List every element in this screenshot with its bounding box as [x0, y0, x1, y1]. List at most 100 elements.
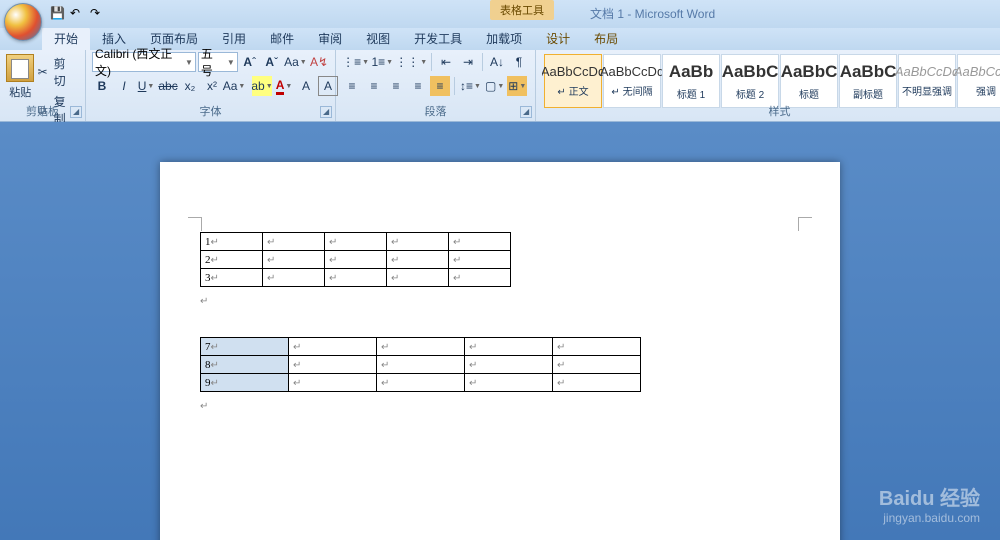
table-cell[interactable]: 7↵ — [201, 338, 289, 356]
align-left-button[interactable]: ≡ — [342, 76, 362, 96]
document-workspace[interactable]: 1↵↵↵↵↵2↵↵↵↵↵3↵↵↵↵↵ ↵ 7↵↵↵↵↵8↵↵↵↵↵9↵↵↵↵↵ … — [0, 122, 1000, 540]
table-cell[interactable]: ↵ — [465, 356, 553, 374]
font-color-button[interactable]: A▼ — [274, 76, 294, 96]
table-1[interactable]: 1↵↵↵↵↵2↵↵↵↵↵3↵↵↵↵↵ — [200, 232, 511, 287]
table-row[interactable]: 9↵↵↵↵↵ — [201, 374, 641, 392]
table-cell[interactable]: ↵ — [377, 338, 465, 356]
indent-inc-button[interactable]: ⇥ — [458, 52, 478, 72]
font-launcher[interactable]: ◢ — [320, 106, 332, 118]
change-case-button[interactable]: Aa▼ — [284, 52, 307, 72]
table-cell[interactable]: 1↵ — [201, 233, 263, 251]
table-cell[interactable]: ↵ — [263, 251, 325, 269]
tab-table-design[interactable]: 设计 — [534, 27, 582, 50]
shading-button[interactable]: ▢▼ — [484, 76, 505, 96]
tab-addins[interactable]: 加载项 — [474, 27, 534, 50]
superscript-button[interactable]: x² — [202, 76, 222, 96]
font-family-select[interactable]: Calibri (西文正文)▼ — [92, 52, 196, 72]
table-cell[interactable]: ↵ — [387, 251, 449, 269]
sort-button[interactable]: A↓ — [487, 52, 507, 72]
bold-button[interactable]: B — [92, 76, 112, 96]
indent-dec-button[interactable]: ⇤ — [436, 52, 456, 72]
align-center-button[interactable]: ≡ — [364, 76, 384, 96]
strike-button[interactable]: abc — [158, 76, 178, 96]
table-cell[interactable]: ↵ — [325, 269, 387, 287]
tab-developer[interactable]: 开发工具 — [402, 27, 474, 50]
highlight-button[interactable]: ab▼ — [252, 76, 272, 96]
align-right-button[interactable]: ≡ — [386, 76, 406, 96]
table-row[interactable]: 8↵↵↵↵↵ — [201, 356, 641, 374]
underline-button[interactable]: U▼ — [136, 76, 156, 96]
table-cell[interactable]: ↵ — [289, 338, 377, 356]
table-cell[interactable]: ↵ — [377, 374, 465, 392]
table-cell[interactable]: ↵ — [263, 269, 325, 287]
table-row[interactable]: 2↵↵↵↵↵ — [201, 251, 511, 269]
subscript-button[interactable]: x₂ — [180, 76, 200, 96]
style-item[interactable]: AaBbC标题 2 — [721, 54, 779, 108]
table-cell[interactable]: ↵ — [289, 356, 377, 374]
table-cell[interactable]: ↵ — [449, 251, 511, 269]
table-cell[interactable]: ↵ — [325, 233, 387, 251]
table-cell[interactable]: ↵ — [263, 233, 325, 251]
justify-button[interactable]: ≡ — [408, 76, 428, 96]
tab-review[interactable]: 审阅 — [306, 27, 354, 50]
style-item[interactable]: AaBbC副标题 — [839, 54, 897, 108]
table-2[interactable]: 7↵↵↵↵↵8↵↵↵↵↵9↵↵↵↵↵ — [200, 337, 641, 392]
tab-mailings[interactable]: 邮件 — [258, 27, 306, 50]
line-spacing-button[interactable]: ↕≡▼ — [459, 76, 482, 96]
cut-button[interactable]: ✂剪切 — [35, 54, 79, 90]
table-cell[interactable]: ↵ — [377, 356, 465, 374]
style-item[interactable]: AaBbC标题 — [780, 54, 838, 108]
char-shading-button[interactable]: A — [296, 76, 316, 96]
table-cell[interactable]: ↵ — [387, 233, 449, 251]
clear-format-button[interactable]: A↯ — [309, 52, 329, 72]
table-cell[interactable]: ↵ — [387, 269, 449, 287]
table-cell[interactable]: ↵ — [553, 356, 641, 374]
tab-home[interactable]: 开始 — [42, 27, 90, 50]
table-cell[interactable]: ↵ — [553, 338, 641, 356]
group-font: Calibri (西文正文)▼ 五号▼ Aˆ Aˇ Aa▼ A↯ B I U▼ … — [86, 50, 336, 121]
style-item[interactable]: AaBbCcDd不明显强调 — [898, 54, 956, 108]
style-item[interactable]: AaBbCcDd↵ 无间隔 — [603, 54, 661, 108]
grow-font-button[interactable]: Aˆ — [240, 52, 260, 72]
table-cell[interactable]: 3↵ — [201, 269, 263, 287]
numbering-button[interactable]: 1≡▼ — [371, 52, 393, 72]
quick-access-toolbar: 💾 ↶ ↷ — [50, 6, 106, 22]
undo-icon[interactable]: ↶ — [70, 6, 86, 22]
style-item[interactable]: AaBb标题 1 — [662, 54, 720, 108]
distribute-button[interactable]: ≡ — [430, 76, 450, 96]
clipboard-launcher[interactable]: ◢ — [70, 106, 82, 118]
title-bar: 💾 ↶ ↷ 表格工具 文档 1 - Microsoft Word — [0, 0, 1000, 28]
paragraph-launcher[interactable]: ◢ — [520, 106, 532, 118]
tab-table-layout[interactable]: 布局 — [582, 27, 630, 50]
style-item[interactable]: AaBbCcDd↵ 正文 — [544, 54, 602, 108]
table-row[interactable]: 7↵↵↵↵↵ — [201, 338, 641, 356]
shrink-font-button[interactable]: Aˇ — [262, 52, 282, 72]
font-size-select[interactable]: 五号▼ — [198, 52, 238, 72]
char-border-button[interactable]: A — [318, 76, 338, 96]
table-cell[interactable]: 9↵ — [201, 374, 289, 392]
table-cell[interactable]: ↵ — [325, 251, 387, 269]
bullets-button[interactable]: ⋮≡▼ — [342, 52, 369, 72]
page: 1↵↵↵↵↵2↵↵↵↵↵3↵↵↵↵↵ ↵ 7↵↵↵↵↵8↵↵↵↵↵9↵↵↵↵↵ … — [160, 162, 840, 540]
table-cell[interactable]: ↵ — [289, 374, 377, 392]
table-cell[interactable]: ↵ — [465, 374, 553, 392]
style-item[interactable]: AaBbCcDd强调 — [957, 54, 1000, 108]
table-cell[interactable]: ↵ — [465, 338, 553, 356]
multilevel-button[interactable]: ⋮⋮▼ — [395, 52, 427, 72]
table-cell[interactable]: ↵ — [449, 269, 511, 287]
text-effects-button[interactable]: Aa▼ — [224, 76, 244, 96]
table-cell[interactable]: 2↵ — [201, 251, 263, 269]
table-row[interactable]: 1↵↵↵↵↵ — [201, 233, 511, 251]
save-icon[interactable]: 💾 — [50, 6, 66, 22]
borders-button[interactable]: ⊞▼ — [507, 76, 527, 96]
show-marks-button[interactable]: ¶ — [509, 52, 529, 72]
tab-view[interactable]: 视图 — [354, 27, 402, 50]
watermark: Baidu 经验 jingyan.baidu.com — [879, 482, 980, 525]
table-cell[interactable]: ↵ — [553, 374, 641, 392]
table-cell[interactable]: ↵ — [449, 233, 511, 251]
table-row[interactable]: 3↵↵↵↵↵ — [201, 269, 511, 287]
office-button[interactable] — [4, 3, 42, 41]
italic-button[interactable]: I — [114, 76, 134, 96]
table-cell[interactable]: 8↵ — [201, 356, 289, 374]
redo-icon[interactable]: ↷ — [90, 6, 106, 22]
